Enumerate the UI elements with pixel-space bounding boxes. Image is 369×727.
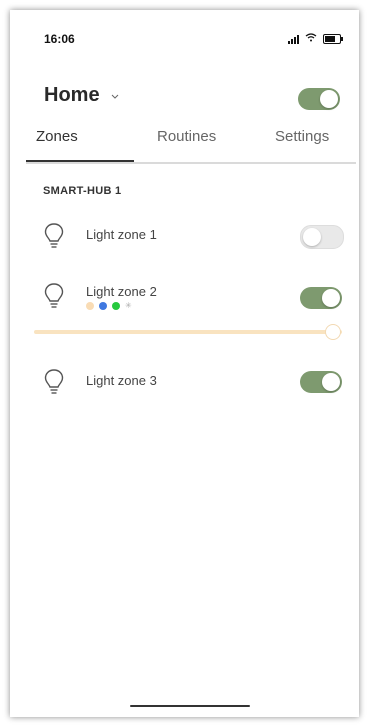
- home-master-toggle[interactable]: [298, 88, 340, 110]
- zone-label: Light zone 3: [86, 373, 157, 388]
- active-tab-indicator: [26, 160, 134, 162]
- wifi-icon: [305, 32, 317, 45]
- tab-routines[interactable]: Routines: [157, 128, 216, 145]
- color-presets: ✳: [86, 302, 133, 310]
- color-dot-green[interactable]: [112, 302, 120, 310]
- home-indicator[interactable]: [130, 705, 250, 707]
- zone-row-3[interactable]: Light zone 3: [10, 368, 359, 408]
- chevron-down-icon[interactable]: [111, 92, 119, 103]
- zone-row-2[interactable]: Light zone 2 ✳: [10, 282, 359, 322]
- brightness-slider-handle[interactable]: [325, 324, 341, 340]
- tab-bar: Zones Routines Settings: [26, 128, 356, 164]
- color-dot-blue[interactable]: [99, 302, 107, 310]
- zone-1-toggle[interactable]: [300, 225, 344, 249]
- brightness-slider-track[interactable]: [34, 330, 342, 334]
- color-dot-warm[interactable]: [86, 302, 94, 310]
- signal-icon: [288, 34, 299, 44]
- header: Home: [10, 80, 359, 120]
- status-bar: 16:06: [10, 10, 359, 70]
- light-bulb-icon: [44, 282, 64, 315]
- status-time: 16:06: [44, 32, 75, 46]
- light-bulb-icon: [44, 368, 64, 401]
- tab-zones[interactable]: Zones: [36, 128, 78, 145]
- color-dot-white[interactable]: ✳: [125, 302, 133, 310]
- zone-label: Light zone 2: [86, 284, 157, 299]
- zone-2-toggle[interactable]: [300, 287, 342, 309]
- tab-settings[interactable]: Settings: [275, 128, 329, 145]
- battery-icon: [323, 33, 343, 44]
- light-bulb-icon: [44, 222, 64, 255]
- status-icons: [288, 32, 343, 45]
- zone-3-toggle[interactable]: [300, 371, 342, 393]
- zone-label: Light zone 1: [86, 227, 157, 242]
- hub-section-title: SMART-HUB 1: [43, 185, 122, 197]
- home-title[interactable]: Home: [44, 84, 100, 107]
- zone-row-1[interactable]: Light zone 1: [10, 222, 359, 262]
- phone-screen: 16:06 Home Zones Routines Settings SMART…: [10, 10, 359, 717]
